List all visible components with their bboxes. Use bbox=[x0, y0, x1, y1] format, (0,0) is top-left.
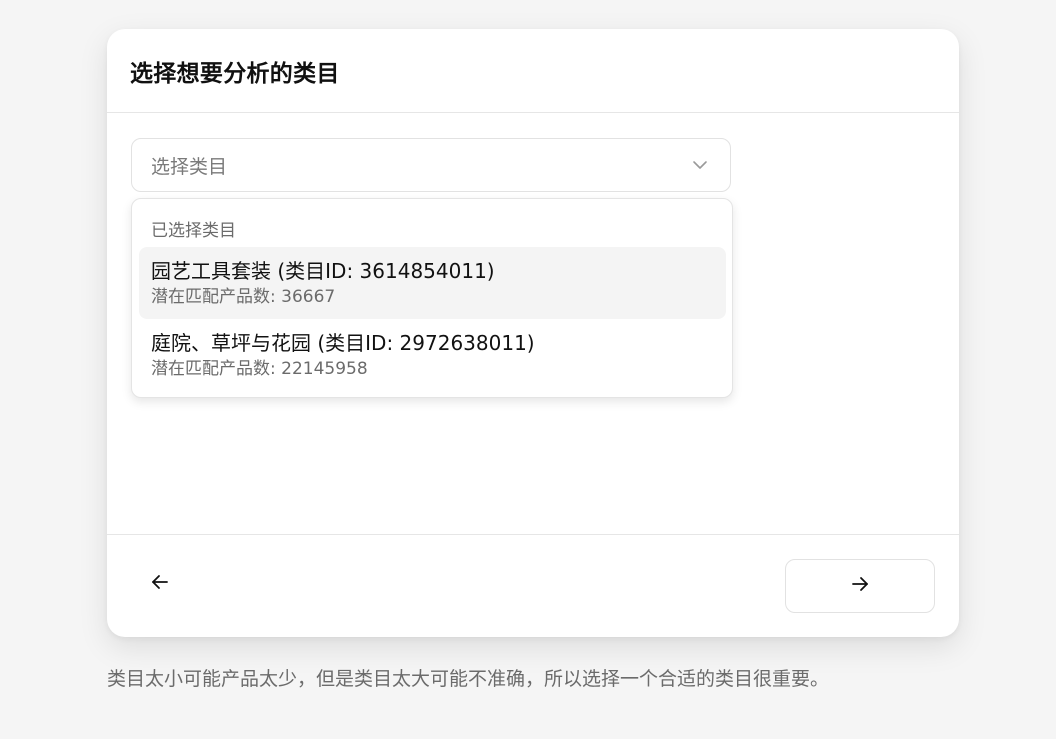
card-title: 选择想要分析的类目 bbox=[130, 60, 340, 87]
category-select[interactable]: 选择类目 bbox=[131, 138, 731, 192]
category-option-count: 潜在匹配产品数: 22145958 bbox=[151, 359, 368, 379]
next-button[interactable] bbox=[785, 559, 935, 613]
category-select-placeholder: 选择类目 bbox=[151, 155, 228, 178]
category-option[interactable]: 园艺工具套装 (类目ID: 3614854011) 潜在匹配产品数: 36667 bbox=[139, 247, 726, 319]
category-option-count: 潜在匹配产品数: 36667 bbox=[151, 287, 336, 307]
card-header: 选择想要分析的类目 bbox=[107, 29, 959, 113]
dropdown-heading: 已选择类目 bbox=[151, 221, 236, 241]
back-button[interactable] bbox=[137, 561, 183, 607]
arrow-left-icon bbox=[150, 572, 170, 596]
category-option[interactable]: 庭院、草坪与花园 (类目ID: 2972638011) 潜在匹配产品数: 221… bbox=[139, 319, 726, 391]
card-footer bbox=[107, 534, 959, 637]
category-option-name: 庭院、草坪与花园 (类目ID: 2972638011) bbox=[151, 331, 535, 355]
hint-text: 类目太小可能产品太少，但是类目太大可能不准确，所以选择一个合适的类目很重要。 bbox=[107, 668, 830, 690]
category-dropdown: 已选择类目 园艺工具套装 (类目ID: 3614854011) 潜在匹配产品数:… bbox=[131, 198, 733, 398]
chevron-down-icon[interactable] bbox=[692, 157, 708, 173]
arrow-right-icon bbox=[850, 574, 870, 598]
category-selection-card: 选择想要分析的类目 选择类目 已选择类目 园艺工具套装 (类目ID: 36148… bbox=[107, 29, 959, 637]
category-option-name: 园艺工具套装 (类目ID: 3614854011) bbox=[151, 259, 495, 283]
